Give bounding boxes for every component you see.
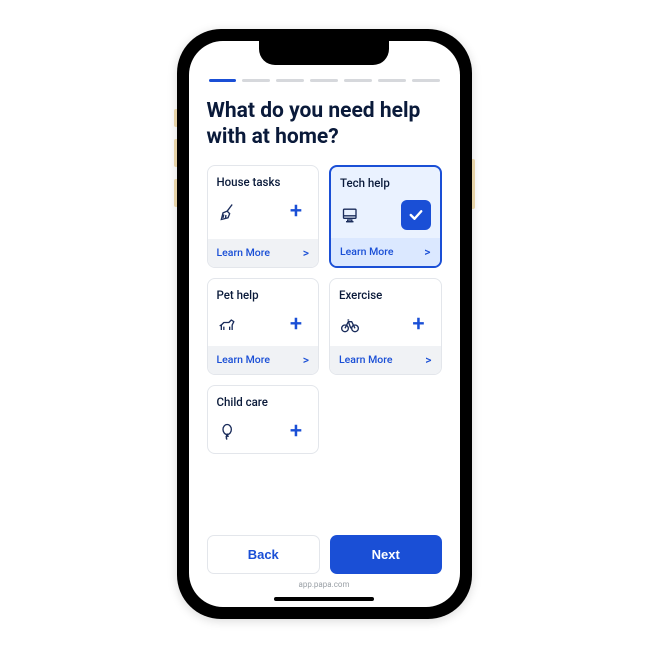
- chevron-right-icon: >: [425, 353, 431, 367]
- phone-screen: What do you need help with at home? Hous…: [189, 41, 460, 607]
- footer-nav: Back Next: [189, 525, 460, 580]
- card-title: Exercise: [339, 288, 432, 302]
- phone-mute-switch: [174, 109, 177, 127]
- checked-button[interactable]: [401, 200, 431, 230]
- balloon-icon: [217, 421, 239, 443]
- learn-more-link[interactable]: Learn More >: [331, 238, 440, 266]
- card-title: Tech help: [340, 176, 431, 190]
- check-icon: [407, 206, 425, 224]
- page-title: What do you need help with at home?: [207, 98, 442, 151]
- browser-url: app.papa.com: [189, 580, 460, 597]
- card-tech-help[interactable]: Tech help: [329, 165, 442, 268]
- phone-notch: [259, 41, 389, 65]
- add-button[interactable]: +: [283, 199, 309, 225]
- back-button[interactable]: Back: [207, 535, 321, 574]
- card-title: Child care: [217, 395, 310, 409]
- learn-more-label: Learn More: [339, 353, 393, 366]
- card-exercise[interactable]: Exercise +: [329, 278, 442, 375]
- progress-bar: [207, 79, 442, 82]
- progress-segment: [310, 79, 338, 82]
- options-grid: House tasks +: [207, 165, 442, 454]
- app-content: What do you need help with at home? Hous…: [189, 41, 460, 525]
- add-button[interactable]: +: [283, 312, 309, 338]
- learn-more-label: Learn More: [217, 246, 271, 259]
- card-title: House tasks: [217, 175, 310, 189]
- progress-segment: [242, 79, 270, 82]
- progress-segment: [344, 79, 372, 82]
- progress-segment: [412, 79, 440, 82]
- progress-segment: [276, 79, 304, 82]
- phone-power-button: [472, 159, 475, 209]
- learn-more-label: Learn More: [340, 245, 394, 258]
- card-pet-help[interactable]: Pet help +: [207, 278, 320, 375]
- progress-segment: [378, 79, 406, 82]
- broom-icon: [217, 201, 239, 223]
- dog-icon: [217, 314, 239, 336]
- phone-frame: What do you need help with at home? Hous…: [177, 29, 472, 619]
- learn-more-link[interactable]: Learn More >: [208, 346, 319, 374]
- progress-segment: [209, 79, 237, 82]
- bike-icon: [339, 314, 361, 336]
- chevron-right-icon: >: [303, 246, 309, 260]
- learn-more-link[interactable]: Learn More >: [208, 239, 319, 267]
- add-button[interactable]: +: [283, 419, 309, 445]
- add-button[interactable]: +: [406, 312, 432, 338]
- phone-volume-buttons: [174, 139, 177, 207]
- card-child-care[interactable]: Child care +: [207, 385, 320, 454]
- next-button[interactable]: Next: [330, 535, 442, 574]
- card-house-tasks[interactable]: House tasks +: [207, 165, 320, 268]
- card-title: Pet help: [217, 288, 310, 302]
- home-indicator: [274, 597, 374, 601]
- learn-more-label: Learn More: [217, 353, 271, 366]
- computer-icon: [340, 204, 362, 226]
- chevron-right-icon: >: [424, 245, 430, 259]
- learn-more-link[interactable]: Learn More >: [330, 346, 441, 374]
- chevron-right-icon: >: [303, 353, 309, 367]
